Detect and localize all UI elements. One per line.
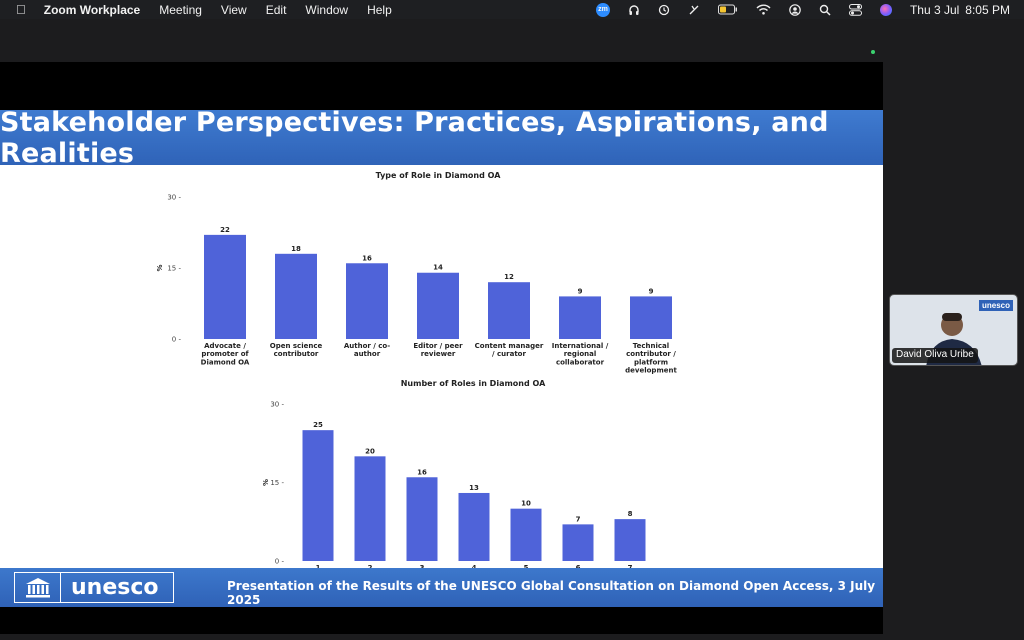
- x-tick-label: International / regional collaborator: [552, 342, 609, 366]
- unesco-logo: unesco: [14, 572, 174, 603]
- menu-help[interactable]: Help: [367, 3, 392, 17]
- x-tick-label: Editor / peer reviewer: [413, 342, 463, 358]
- bar: [406, 477, 438, 561]
- mute-icon[interactable]: [688, 4, 700, 16]
- bar: [346, 263, 388, 339]
- data-label: 9: [578, 287, 583, 295]
- y-tick-label: 15 -: [270, 479, 284, 487]
- menu-app-name[interactable]: Zoom Workplace: [44, 3, 140, 17]
- data-label: 25: [313, 421, 323, 429]
- sharing-indicator-dot: [871, 50, 875, 54]
- menu-view[interactable]: View: [221, 3, 247, 17]
- slide-footer: unesco Presentation of the Results of th…: [0, 568, 883, 607]
- bar: [354, 456, 386, 561]
- headphones-icon[interactable]: [628, 4, 640, 16]
- data-label: 22: [220, 226, 230, 234]
- data-label: 10: [521, 500, 531, 508]
- user-account-icon[interactable]: [789, 3, 801, 16]
- battery-icon[interactable]: [717, 4, 738, 15]
- participant-name-label: David Oliva Uribe: [892, 348, 978, 363]
- menu-window[interactable]: Window: [305, 3, 348, 17]
- x-tick-label: Author / co-author: [344, 342, 390, 358]
- bar: [275, 253, 317, 339]
- chart-number-of-roles: Number of Roles in Diamond OA% 0 - 15 - 30 …: [262, 379, 646, 568]
- y-tick-label: 0 -: [172, 336, 182, 344]
- zoom-status-icon[interactable]: zm: [595, 2, 610, 17]
- data-label: 20: [365, 447, 375, 455]
- data-label: 12: [504, 273, 514, 281]
- presentation-slide: Stakeholder Perspectives: Practices, Asp…: [0, 110, 883, 607]
- siri-icon[interactable]: [879, 3, 892, 16]
- bar: [488, 282, 530, 339]
- bar: [417, 272, 459, 339]
- shared-screen: Stakeholder Perspectives: Practices, Asp…: [0, 62, 883, 634]
- chart-type-of-role: Type of Role in Diamond OA% 0 - 15 - 30 - 22…: [156, 171, 677, 375]
- y-axis-label: %: [156, 264, 164, 271]
- chart-title: Number of Roles in Diamond OA: [401, 379, 546, 388]
- wifi-icon[interactable]: [756, 4, 771, 15]
- slide-title: Stakeholder Perspectives: Practices, Asp…: [0, 110, 829, 169]
- unesco-temple-icon: [15, 572, 61, 603]
- x-tick-label: Technical contributor / platform developmen…: [625, 342, 677, 375]
- menu-edit[interactable]: Edit: [266, 3, 287, 17]
- data-label: 16: [417, 468, 427, 476]
- menu-meeting[interactable]: Meeting: [159, 3, 202, 17]
- participant-video-tile[interactable]: unesco David Oliva Uribe: [889, 294, 1018, 366]
- y-tick-label: 30 -: [270, 401, 284, 409]
- bar: [630, 296, 672, 339]
- time-machine-icon[interactable]: [658, 4, 670, 16]
- x-tick-label: Advocate / promoter of Diamond OA: [201, 342, 250, 366]
- data-label: 8: [628, 510, 633, 518]
- data-label: 14: [433, 264, 443, 272]
- y-tick-label: 0 -: [275, 558, 285, 566]
- y-tick-label: 15 -: [167, 265, 181, 273]
- apple-icon[interactable]: : [16, 2, 26, 17]
- data-label: 9: [649, 287, 654, 295]
- slide-footer-text: Presentation of the Results of the UNESC…: [227, 579, 876, 607]
- bar: [458, 492, 490, 561]
- menu-bar:  Zoom Workplace Meeting View Edit Windo…: [0, 0, 1024, 19]
- menubar-date[interactable]: Thu 3 Jul: [910, 3, 959, 17]
- bar: [614, 519, 646, 561]
- data-label: 18: [291, 245, 301, 253]
- bar: [302, 430, 334, 561]
- slide-title-bar: Stakeholder Perspectives: Practices, Asp…: [0, 110, 883, 169]
- menubar-time[interactable]: 8:05 PM: [965, 3, 1010, 17]
- control-center-icon[interactable]: [848, 3, 862, 16]
- data-label: 7: [576, 515, 581, 523]
- bar: [204, 234, 246, 339]
- y-tick-label: 30 -: [167, 194, 181, 202]
- zoom-badge: zm: [595, 2, 610, 17]
- bar: [562, 524, 594, 561]
- data-label: 16: [362, 254, 372, 262]
- y-axis-label: %: [262, 479, 270, 486]
- bar: [510, 508, 542, 561]
- zoom-window: Stakeholder Perspectives: Practices, Asp…: [0, 19, 1024, 640]
- bar: [559, 296, 601, 339]
- x-tick-label: Content manager / curator: [475, 342, 544, 358]
- chart-title: Type of Role in Diamond OA: [376, 171, 502, 180]
- x-tick-label: Open science contributor: [270, 342, 323, 358]
- data-label: 13: [469, 484, 479, 492]
- search-icon[interactable]: [819, 4, 831, 16]
- unesco-logo-text: unesco: [71, 575, 159, 600]
